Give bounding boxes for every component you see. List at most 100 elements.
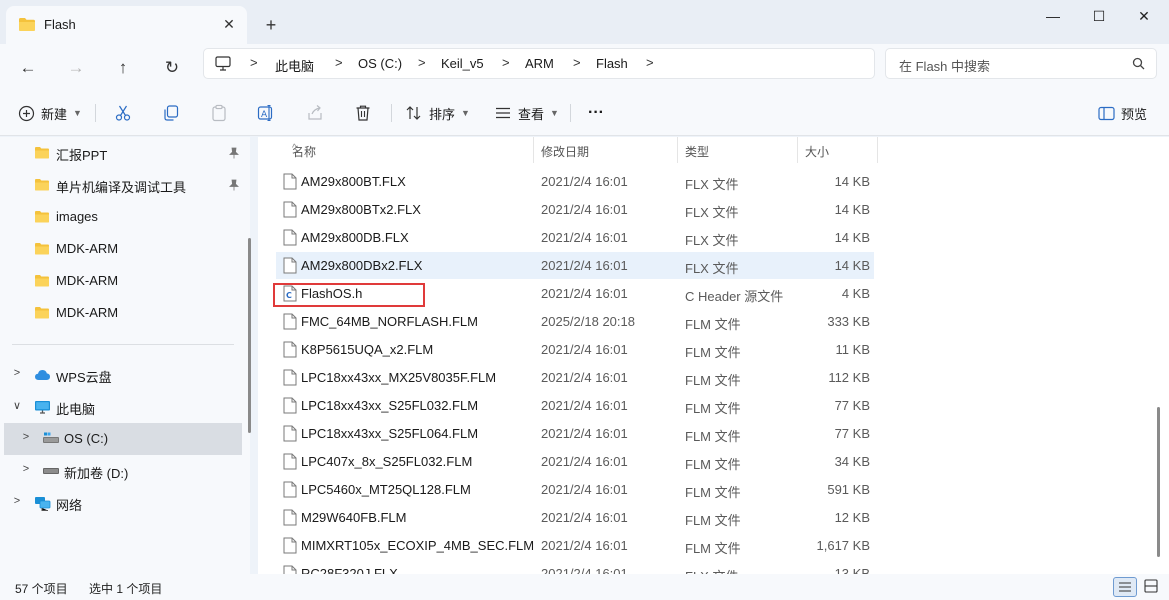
computer-icon <box>215 56 231 74</box>
file-row[interactable]: FMC_64MB_NORFLASH.FLM 2025/2/18 20:18 FLM … <box>276 308 874 335</box>
file-row[interactable]: AM29x800DB.FLX 2021/2/4 16:01 FLX 文件 14 KB <box>276 224 874 251</box>
breadcrumb-arm[interactable]: ARM <box>525 56 554 71</box>
details-view-button[interactable] <box>1113 577 1137 597</box>
maximize-button[interactable]: ☐ <box>1077 0 1121 32</box>
column-header-size[interactable]: 大小 <box>799 137 878 163</box>
trash-icon <box>356 105 370 121</box>
file-row[interactable]: MIMXRT105x_ECOXIP_4MB_SEC.FLM 2021/2/4 16… <box>276 532 874 559</box>
minimize-button[interactable]: — <box>1031 0 1075 32</box>
clipboard-icon <box>212 104 226 122</box>
chevron-right-icon[interactable]: > <box>11 367 23 379</box>
cut-button[interactable] <box>114 102 132 124</box>
command-bar: 新建 ▼ A 排序 ▼ 查看 ▼ ··· 预览 <box>0 90 1169 136</box>
sidebar-item-quick-5[interactable]: MDK-ARM <box>0 265 242 297</box>
file-size: 4 KB <box>841 286 870 301</box>
details-view-icon <box>1119 582 1131 592</box>
network-icon <box>34 496 51 514</box>
breadcrumb-keil[interactable]: Keil_v5 <box>441 56 484 71</box>
breadcrumb-os-c[interactable]: OS (C:) <box>358 56 402 71</box>
breadcrumb-separator: > <box>646 55 654 70</box>
search-input[interactable]: 在 Flash 中搜索 <box>885 48 1157 79</box>
close-tab-icon[interactable]: ✕ <box>219 14 239 34</box>
view-button[interactable]: 查看 ▼ <box>494 102 559 124</box>
folder-icon <box>34 242 50 258</box>
chevron-down-icon[interactable]: ∨ <box>11 399 23 412</box>
column-header-date[interactable]: 修改日期 <box>535 137 678 163</box>
file-row[interactable]: K8P5615UQA_x2.FLM 2021/2/4 16:01 FLM 文件 11 … <box>276 336 874 363</box>
sidebar-item-os-c[interactable]: > OS (C:) <box>4 423 242 455</box>
file-row[interactable]: AM29x800BT.FLX 2021/2/4 16:01 FLX 文件 14 KB <box>276 168 874 195</box>
sidebar-item-quick-6[interactable]: MDK-ARM <box>0 297 242 329</box>
file-type: FLM 文件 <box>685 373 741 388</box>
file-row[interactable]: LPC18xx43xx_MX25V8035F.FLM 2021/2/4 16:01… <box>276 364 874 391</box>
file-icon <box>283 509 297 529</box>
rename-button[interactable]: A <box>257 102 275 124</box>
chevron-right-icon[interactable]: > <box>20 463 32 475</box>
breadcrumb-flash[interactable]: Flash <box>596 56 628 71</box>
close-window-button[interactable]: ✕ <box>1122 0 1166 32</box>
preview-label: 预览 <box>1121 106 1148 122</box>
more-options-button[interactable]: ··· <box>588 102 604 124</box>
tiles-view-button[interactable] <box>1140 577 1164 597</box>
new-button[interactable]: 新建 ▼ <box>18 102 82 124</box>
back-button[interactable]: ← <box>12 52 44 84</box>
file-name: LPC18xx43xx_S25FL032.FLM <box>301 398 479 413</box>
breadcrumb[interactable]: > 此电脑 > OS (C:) > Keil_v5 > ARM > Flash … <box>203 48 875 79</box>
file-date: 2021/2/4 16:01 <box>541 426 628 441</box>
file-list-scrollbar[interactable] <box>1157 407 1160 557</box>
file-row[interactable]: M29W640FB.FLM 2021/2/4 16:01 FLM 文件 12 KB <box>276 504 874 531</box>
svg-text:A: A <box>261 110 268 120</box>
toolbar-divider <box>570 104 571 122</box>
sidebar-item-label: MDK-ARM <box>56 305 119 320</box>
file-name: RC28F320J.FLX <box>301 566 398 574</box>
file-size: 14 KB <box>834 202 870 217</box>
column-header-type[interactable]: 类型 <box>679 137 798 163</box>
sidebar-item-network[interactable]: > 网络 <box>0 487 242 519</box>
pin-icon[interactable] <box>229 147 239 162</box>
file-row[interactable]: AM29x800BTx2.FLX 2021/2/4 16:01 FLX 文件 14 K… <box>276 196 874 223</box>
sidebar-item-this-pc[interactable]: ∨ 此电脑 <box>0 391 242 423</box>
file-row[interactable]: LPC18xx43xx_S25FL064.FLM 2021/2/4 16:01 FL… <box>276 420 874 447</box>
pin-icon[interactable] <box>229 179 239 194</box>
file-name: LPC18xx43xx_S25FL064.FLM <box>301 426 479 441</box>
sidebar-item-wps-cloud[interactable]: > WPS云盘 <box>0 359 242 391</box>
file-row[interactable]: LPC18xx43xx_S25FL032.FLM 2021/2/4 16:01 FL… <box>276 392 874 419</box>
address-bar: ← → ↑ ↻ > 此电脑 > OS (C:) > Keil_v5 > ARM … <box>0 44 1169 90</box>
file-row[interactable]: RC28F320J.FLX 2021/2/4 16:01 FLX 文件 13 KB <box>276 560 874 574</box>
file-size: 34 KB <box>834 454 870 469</box>
file-icon <box>283 341 297 361</box>
file-date: 2021/2/4 16:01 <box>541 398 628 413</box>
refresh-button[interactable]: ↻ <box>156 52 188 84</box>
new-tab-button[interactable]: + <box>258 12 284 38</box>
preview-pane-button[interactable]: 预览 <box>1098 102 1147 124</box>
file-icon <box>283 313 297 333</box>
file-row[interactable]: AM29x800DBx2.FLX 2021/2/4 16:01 FLX 文件 14 K… <box>276 252 874 279</box>
sidebar-scrollbar[interactable] <box>248 238 251 433</box>
file-size: 333 KB <box>827 314 870 329</box>
rename-icon: A <box>257 104 273 122</box>
sidebar-item-quick-1[interactable]: 汇报PPT <box>0 137 242 169</box>
column-size-label: 大小 <box>805 145 830 159</box>
chevron-right-icon[interactable]: > <box>20 431 32 443</box>
share-button[interactable] <box>306 102 324 124</box>
sort-button[interactable]: 排序 ▼ <box>405 102 470 124</box>
file-name: AM29x800BTx2.FLX <box>301 202 421 217</box>
sidebar-item-quick-4[interactable]: MDK-ARM <box>0 233 242 265</box>
file-row[interactable]: LPC407x_8x_S25FL032.FLM 2021/2/4 16:01 FLM… <box>276 448 874 475</box>
delete-button[interactable] <box>354 102 372 124</box>
tab-flash[interactable]: Flash ✕ <box>6 6 247 44</box>
forward-button[interactable]: → <box>60 52 92 84</box>
file-icon <box>283 425 297 445</box>
sidebar-item-quick-2[interactable]: 单片机编译及调试工具 <box>0 169 242 201</box>
file-size: 591 KB <box>827 482 870 497</box>
column-header-name[interactable]: 名称 ^ <box>286 137 534 163</box>
chevron-right-icon[interactable]: > <box>11 495 23 507</box>
paste-button[interactable] <box>210 102 228 124</box>
sidebar-item-label: 网络 <box>56 498 83 513</box>
up-button[interactable]: ↑ <box>107 52 139 84</box>
sidebar-item-drive-d[interactable]: > 新加卷 (D:) <box>0 455 242 487</box>
copy-button[interactable] <box>162 102 180 124</box>
file-row[interactable]: LPC5460x_MT25QL128.FLM 2021/2/4 16:01 FLM … <box>276 476 874 503</box>
breadcrumb-this-pc[interactable]: 此电脑 <box>275 56 314 75</box>
sidebar-item-quick-3[interactable]: images <box>0 201 242 233</box>
